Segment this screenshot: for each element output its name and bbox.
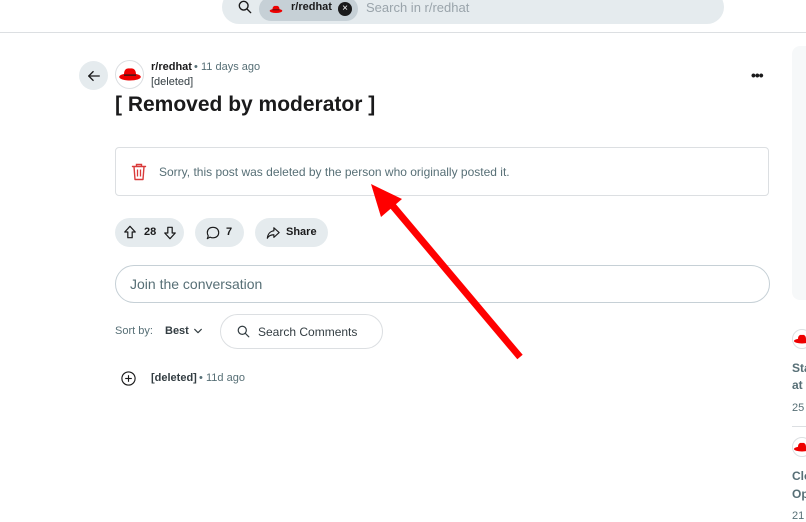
comment-input-placeholder: Join the conversation	[130, 276, 262, 292]
deleted-notice: Sorry, this post was deleted by the pers…	[115, 147, 769, 196]
redhat-logo-icon	[269, 5, 283, 14]
redhat-logo-icon	[792, 329, 806, 349]
subreddit-link[interactable]: r/redhat	[151, 61, 192, 73]
redhat-logo-icon	[792, 437, 806, 457]
overflow-menu-icon[interactable]: •••	[751, 67, 763, 83]
back-arrow-icon	[87, 69, 101, 83]
search-icon	[238, 0, 252, 14]
vote-count: 28	[144, 226, 156, 238]
search-input[interactable]: Search in r/redhat	[366, 0, 469, 15]
comment-input[interactable]: Join the conversation	[115, 265, 770, 303]
chevron-down-icon[interactable]	[193, 326, 203, 336]
search-comments-label: Search Comments	[258, 325, 357, 339]
trash-icon	[131, 163, 147, 181]
comment-separator: •	[199, 372, 203, 384]
close-icon[interactable]: ×	[338, 2, 352, 16]
search-icon	[237, 325, 250, 338]
redhat-logo-icon	[118, 67, 142, 82]
related-post-title-cont[interactable]: Op	[792, 487, 806, 501]
post-timestamp: 11 days ago	[201, 61, 260, 73]
expand-plus-icon[interactable]	[120, 370, 137, 387]
related-post-count: 25	[792, 402, 804, 414]
search-comments-button[interactable]: Search Comments	[220, 314, 383, 349]
vote-control: 28	[115, 218, 184, 247]
comment-count: 7	[226, 226, 232, 238]
meta-separator: •	[194, 61, 198, 73]
back-button[interactable]	[79, 61, 108, 90]
share-icon	[266, 226, 280, 240]
downvote-icon[interactable]	[163, 226, 177, 240]
comment-author: [deleted]	[151, 372, 197, 384]
comments-button[interactable]: 7	[195, 218, 244, 247]
share-button[interactable]: Share	[255, 218, 328, 247]
sort-label: Sort by:	[115, 325, 153, 337]
subreddit-avatar[interactable]	[115, 60, 144, 89]
post-author: [deleted]	[151, 76, 193, 88]
related-post-title[interactable]: Sta	[792, 361, 806, 375]
right-sidebar-panel	[792, 46, 806, 300]
sort-dropdown[interactable]: Best	[165, 325, 189, 337]
related-post-title[interactable]: Clo	[792, 469, 806, 483]
search-bar[interactable]: r/redhat × Search in r/redhat	[222, 0, 724, 24]
deleted-message: Sorry, this post was deleted by the pers…	[159, 165, 510, 179]
related-post-count: 21	[792, 510, 804, 522]
share-label: Share	[286, 226, 317, 238]
comment-icon	[206, 226, 220, 240]
related-post-title-cont[interactable]: at	[792, 378, 803, 392]
divider	[792, 426, 806, 427]
upvote-icon[interactable]	[123, 225, 137, 239]
subreddit-filter-chip[interactable]: r/redhat ×	[259, 0, 358, 21]
chip-label: r/redhat	[291, 1, 332, 13]
top-bar: r/redhat × Search in r/redhat	[0, 0, 806, 33]
comment-timestamp: 11d ago	[206, 372, 245, 384]
post-title: [ Removed by moderator ]	[115, 93, 375, 117]
